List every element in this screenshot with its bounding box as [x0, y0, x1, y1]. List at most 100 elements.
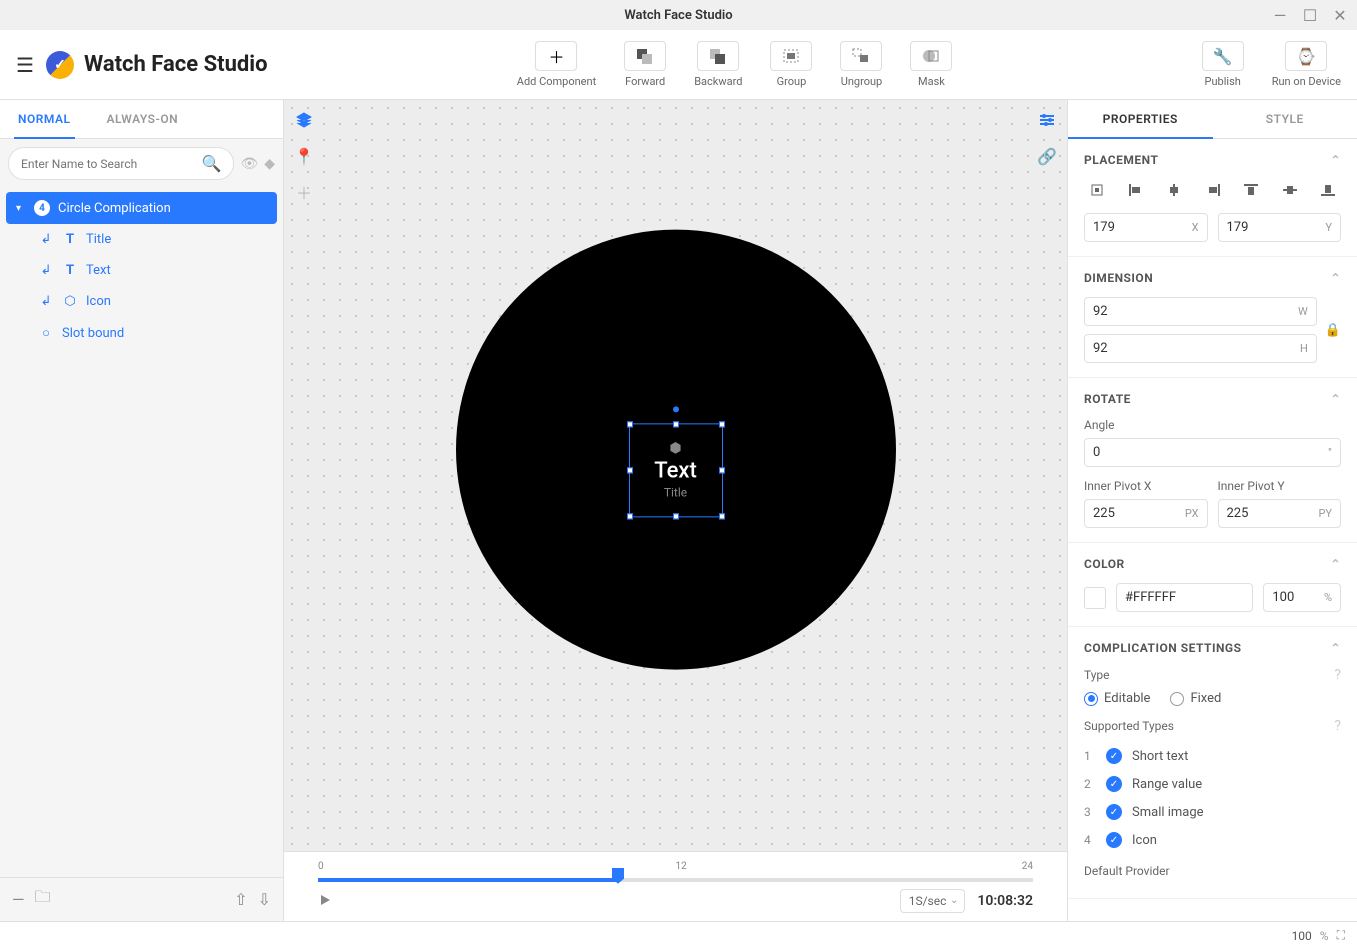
- download-icon[interactable]: ⇩: [258, 890, 271, 909]
- pin-tool-icon[interactable]: 📍: [292, 144, 316, 168]
- folder-icon[interactable]: 🗀: [35, 886, 51, 913]
- upload-icon[interactable]: ⇧: [234, 890, 247, 909]
- align-hcenter-icon[interactable]: [1161, 179, 1187, 201]
- link-tool-icon[interactable]: 🔗: [1035, 144, 1059, 168]
- collapse-icon[interactable]: ⌃: [1330, 153, 1341, 167]
- maximize-button[interactable]: ☐: [1301, 6, 1319, 24]
- resize-handle-s[interactable]: [673, 513, 679, 519]
- resize-handle-e[interactable]: [719, 467, 725, 473]
- menu-button[interactable]: ☰: [16, 53, 34, 77]
- complication-text-preview: Text: [654, 458, 697, 483]
- close-button[interactable]: ✕: [1331, 6, 1349, 24]
- dimension-w-input[interactable]: W: [1084, 297, 1317, 326]
- search-input[interactable]: [21, 157, 202, 171]
- backward-button[interactable]: Backward: [694, 41, 742, 88]
- fit-screen-icon[interactable]: ⛶: [1337, 928, 1345, 943]
- layer-label: Slot bound: [62, 326, 124, 341]
- type-label: Type: [1084, 668, 1110, 682]
- group-button[interactable]: Group: [770, 41, 812, 88]
- run-on-device-button[interactable]: ⌚ Run on Device: [1272, 41, 1341, 88]
- text-icon: T: [62, 232, 78, 247]
- color-opacity-input[interactable]: %: [1263, 583, 1341, 612]
- ungroup-button[interactable]: Ungroup: [840, 41, 882, 88]
- resize-handle-se[interactable]: [719, 513, 725, 519]
- help-icon[interactable]: ?: [1334, 667, 1341, 683]
- tab-always-on[interactable]: ALWAYS-ON: [89, 100, 197, 138]
- section-placement: PLACEMENT ⌃ X Y: [1068, 139, 1357, 257]
- right-tabs: PROPERTIES STYLE: [1068, 100, 1357, 139]
- pivot-x-input[interactable]: PX: [1084, 499, 1208, 528]
- play-button[interactable]: [318, 892, 332, 911]
- layer-circle-complication[interactable]: ▾ 4 Circle Complication: [6, 192, 277, 224]
- radio-editable[interactable]: Editable: [1084, 691, 1150, 706]
- supported-type-row[interactable]: 3 ✓ Small image: [1084, 798, 1341, 826]
- color-hex-input[interactable]: [1116, 583, 1253, 612]
- remove-button[interactable]: —: [12, 890, 25, 909]
- color-swatch[interactable]: [1084, 587, 1106, 609]
- align-bottom-icon[interactable]: [1315, 179, 1341, 201]
- layers-tool-icon[interactable]: [292, 108, 316, 132]
- collapse-icon[interactable]: ⌃: [1330, 392, 1341, 406]
- speed-select[interactable]: 1S/sec ⌄: [900, 889, 966, 913]
- layer-title[interactable]: ↲ T Title: [6, 224, 277, 255]
- resize-handle-n[interactable]: [673, 421, 679, 427]
- sliders-tool-icon[interactable]: [1035, 108, 1059, 132]
- resize-handle-nw[interactable]: [627, 421, 633, 427]
- add-tool-icon[interactable]: ＋: [292, 180, 316, 204]
- collapse-icon[interactable]: ⌃: [1330, 271, 1341, 285]
- timeline-progress: [318, 878, 618, 882]
- minimize-button[interactable]: —: [1271, 6, 1289, 24]
- pivot-x-label: Inner Pivot X: [1084, 479, 1208, 493]
- add-component-button[interactable]: ＋ Add Component: [517, 41, 596, 88]
- placement-x-input[interactable]: X: [1084, 213, 1208, 242]
- angle-input[interactable]: °: [1084, 438, 1341, 467]
- rotate-handle[interactable]: [673, 406, 679, 412]
- resize-handle-w[interactable]: [627, 467, 633, 473]
- align-left-icon[interactable]: [1123, 179, 1149, 201]
- publish-button[interactable]: 🔧 Publish: [1202, 41, 1244, 88]
- resize-handle-ne[interactable]: [719, 421, 725, 427]
- canvas-tools-left: 📍 ＋: [292, 108, 316, 204]
- canvas-area: 📍 ＋ 🔗 ⬢ Text Title: [284, 100, 1067, 921]
- section-complication-settings: COMPLICATION SETTINGS ⌃ Type ? Editable …: [1068, 627, 1357, 899]
- layer-icon[interactable]: ↲ ⬡ Icon: [6, 286, 277, 317]
- selection-box[interactable]: ⬢ Text Title: [629, 423, 723, 517]
- resize-handle-sw[interactable]: [627, 513, 633, 519]
- angle-label: Angle: [1084, 418, 1341, 432]
- radio-fixed[interactable]: Fixed: [1170, 691, 1221, 706]
- align-top-icon[interactable]: [1238, 179, 1264, 201]
- placement-y-input[interactable]: Y: [1218, 213, 1342, 242]
- collapse-icon[interactable]: ⌃: [1330, 641, 1341, 655]
- supported-type-row[interactable]: 2 ✓ Range value: [1084, 770, 1341, 798]
- layer-text[interactable]: ↲ T Text: [6, 255, 277, 286]
- align-center-both-icon[interactable]: [1084, 179, 1110, 201]
- tab-style[interactable]: STYLE: [1213, 100, 1357, 138]
- statusbar: 100 % ⛶: [0, 921, 1357, 949]
- mask-button[interactable]: Mask: [910, 41, 952, 88]
- supported-type-row[interactable]: 4 ✓ Icon: [1084, 826, 1341, 854]
- layer-slot-bound[interactable]: ○ Slot bound: [6, 317, 277, 349]
- zoom-value[interactable]: 100: [1292, 929, 1312, 943]
- tab-normal[interactable]: NORMAL: [0, 100, 89, 138]
- tab-properties[interactable]: PROPERTIES: [1068, 100, 1213, 138]
- mask-icon: [921, 47, 941, 65]
- curve-icon: ↲: [38, 232, 54, 247]
- canvas-viewport[interactable]: ⬢ Text Title: [284, 100, 1067, 851]
- align-vcenter-icon[interactable]: [1277, 179, 1303, 201]
- timeline-ruler[interactable]: 0 12 24: [284, 852, 1067, 882]
- section-title: COLOR: [1084, 557, 1125, 571]
- dimension-h-input[interactable]: H: [1084, 334, 1317, 363]
- forward-button[interactable]: Forward: [624, 41, 666, 88]
- supported-type-row[interactable]: 1 ✓ Short text: [1084, 742, 1341, 770]
- search-box[interactable]: 🔍: [8, 147, 234, 180]
- pivot-y-input[interactable]: PY: [1218, 499, 1342, 528]
- align-right-icon[interactable]: [1200, 179, 1226, 201]
- lock-toggle-icon[interactable]: ◆: [264, 156, 275, 172]
- hexagon-icon: ⬡: [62, 294, 78, 309]
- help-icon[interactable]: ?: [1334, 718, 1341, 734]
- collapse-icon[interactable]: ⌃: [1330, 557, 1341, 571]
- visibility-toggle-icon[interactable]: 👁: [240, 156, 258, 172]
- lock-aspect-icon[interactable]: 🔒: [1325, 323, 1341, 338]
- window-controls: — ☐ ✕: [1271, 6, 1349, 24]
- time-display: 10:08:32: [977, 893, 1033, 909]
